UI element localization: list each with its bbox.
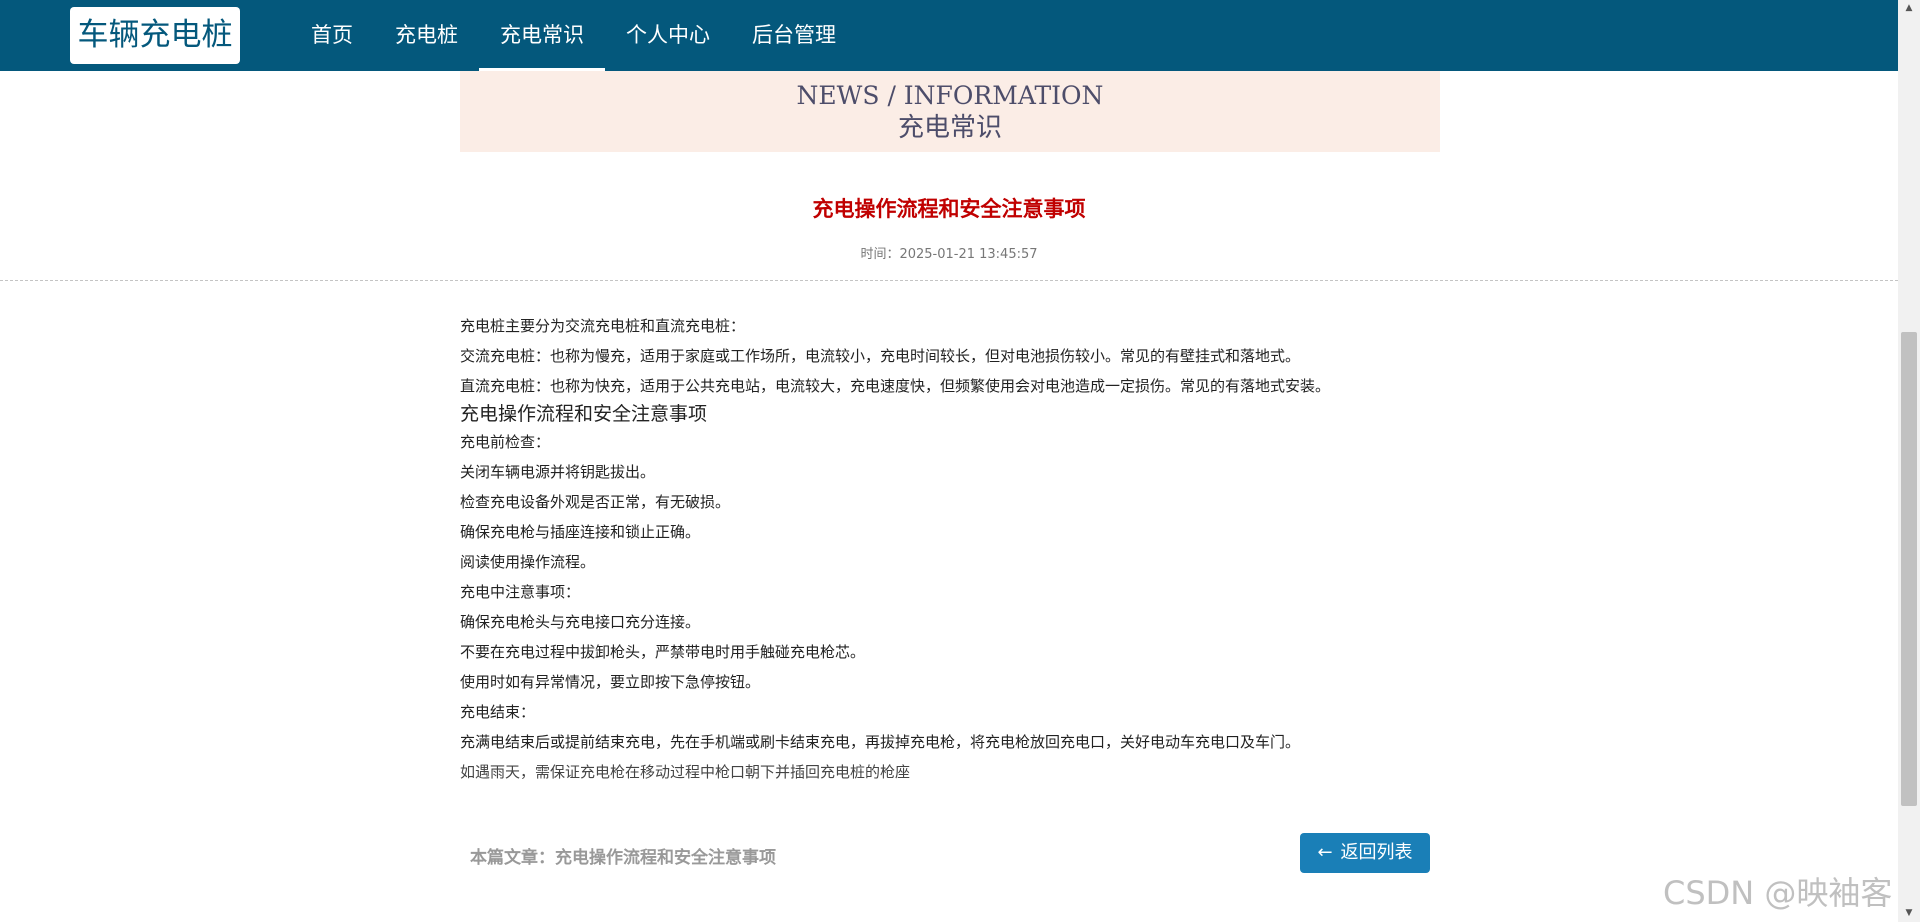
nav-personal-center[interactable]: 个人中心 [605, 0, 731, 71]
article-paragraph: 不要在充电过程中拔卸枪头，严禁带电时用手触碰充电枪芯。 [460, 643, 866, 661]
article-paragraph: 关闭车辆电源并将钥匙拔出。 [460, 463, 656, 481]
vertical-scrollbar[interactable]: ▲ ▼ [1898, 0, 1920, 922]
article-body: 充电桩主要分为交流充电桩和直流充电桩： 交流充电桩：也称为慢充，适用于家庭或工作… [460, 316, 1460, 792]
article-paragraph: 充电桩主要分为交流充电桩和直流充电桩： [460, 317, 746, 335]
back-to-list-label: 返回列表 [1340, 842, 1413, 863]
nav-admin[interactable]: 后台管理 [731, 0, 857, 71]
main-nav: 首页 充电桩 充电常识 个人中心 后台管理 [290, 0, 857, 71]
article-time: 时间：2025-01-21 13:45:57 [860, 247, 1038, 262]
back-to-list-button[interactable]: ← 返回列表 [1300, 833, 1430, 873]
current-article-label: 本篇文章：充电操作流程和安全注意事项 [470, 848, 776, 868]
nav-home[interactable]: 首页 [290, 0, 374, 71]
section-banner: NEWS / INFORMATION 充电常识 [460, 71, 1440, 152]
article-paragraph: 检查充电设备外观是否正常，有无破损。 [460, 493, 731, 511]
article-title: 充电操作流程和安全注意事项 [812, 197, 1086, 221]
article-paragraph: 确保充电枪与插座连接和锁止正确。 [460, 523, 701, 541]
article-paragraph: 如遇雨天，需保证充电枪在移动过程中枪口朝下并插回充电桩的枪座 [460, 763, 911, 781]
scrollbar-thumb[interactable] [1901, 332, 1917, 806]
top-navbar: 车辆充电桩 首页 充电桩 充电常识 个人中心 后台管理 [0, 0, 1898, 71]
article-paragraph: 确保充电枪头与充电接口充分连接。 [460, 613, 701, 631]
scroll-up-arrow-icon[interactable]: ▲ [1898, 0, 1920, 17]
site-logo[interactable]: 车辆充电桩 [70, 7, 240, 64]
banner-title-en: NEWS / INFORMATION [796, 81, 1104, 110]
nav-charging-piles[interactable]: 充电桩 [374, 0, 479, 71]
article-paragraph: 交流充电桩：也称为慢充，适用于家庭或工作场所，电流较小，充电时间较长，但对电池损… [460, 347, 1301, 365]
scroll-down-arrow-icon[interactable]: ▼ [1898, 905, 1920, 922]
banner-title-cn: 充电常识 [897, 113, 1002, 143]
nav-charging-knowledge[interactable]: 充电常识 [479, 0, 605, 71]
article-paragraph: 充电前检查： [460, 433, 551, 451]
article-paragraph: 使用时如有异常情况，要立即按下急停按钮。 [460, 673, 761, 691]
divider [0, 280, 1898, 281]
watermark: CSDN @映袖客 [1663, 874, 1893, 912]
arrow-left-icon: ← [1317, 842, 1333, 863]
article-paragraph: 充满电结束后或提前结束充电，先在手机端或刷卡结束充电，再拔掉充电枪，将充电枪放回… [460, 733, 1301, 751]
article-paragraph: 阅读使用操作流程。 [460, 553, 596, 571]
article-subheading: 充电操作流程和安全注意事项 [460, 403, 708, 425]
article-paragraph: 充电中注意事项： [460, 583, 581, 601]
article-paragraph: 充电结束： [460, 703, 536, 721]
